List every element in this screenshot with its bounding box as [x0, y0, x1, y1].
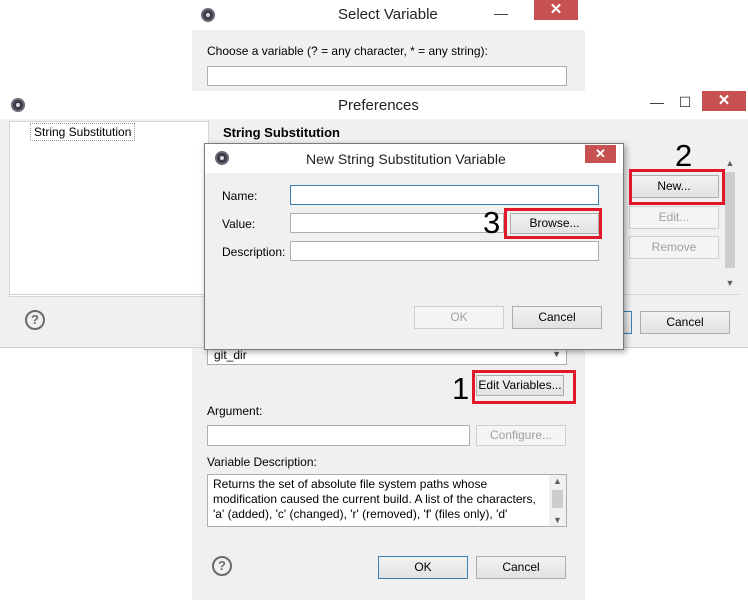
argument-input[interactable]: [207, 425, 470, 446]
eclipse-app-icon: [11, 98, 25, 112]
preferences-tree: String Substitution: [9, 121, 209, 297]
annotation-number-2: 2: [675, 138, 693, 173]
name-input[interactable]: [290, 185, 599, 205]
scroll-up-icon[interactable]: ▲: [549, 476, 566, 486]
variable-description-text: Returns the set of absolute file system …: [213, 477, 536, 521]
variable-combo-value: git_dir: [214, 348, 247, 362]
scroll-up-icon[interactable]: ▲: [722, 158, 738, 168]
name-label: Name:: [222, 189, 258, 203]
preferences-title: Preferences: [338, 97, 419, 114]
filter-input[interactable]: [207, 66, 567, 86]
cancel-button[interactable]: Cancel: [512, 306, 602, 329]
annotation-box-browse: [504, 208, 602, 239]
description-input[interactable]: [290, 241, 599, 261]
minimize-button[interactable]: —: [642, 92, 672, 112]
remove-variable-button[interactable]: Remove: [629, 236, 719, 259]
annotation-box-new: [629, 169, 725, 205]
cancel-button[interactable]: Cancel: [476, 556, 566, 579]
annotation-number-3: 3: [483, 205, 501, 240]
description-label: Description:: [222, 245, 286, 259]
chevron-down-icon: ▼: [552, 349, 561, 359]
close-button[interactable]: ✕: [585, 145, 616, 163]
maximize-button[interactable]: ☐: [670, 92, 700, 112]
description-scrollbar[interactable]: ▲ ▼: [549, 475, 566, 526]
variable-description-box: Returns the set of absolute file system …: [207, 474, 567, 527]
preferences-page-title: String Substitution: [223, 125, 340, 140]
scroll-down-icon[interactable]: ▼: [722, 278, 738, 288]
ok-button[interactable]: OK: [414, 306, 504, 329]
scroll-thumb[interactable]: [552, 490, 563, 508]
eclipse-app-icon: [201, 8, 215, 22]
value-input[interactable]: [290, 213, 504, 233]
new-variable-title: New String Substitution Variable: [306, 151, 506, 167]
new-variable-dialog: New String Substitution Variable ✕ Name:…: [204, 143, 624, 350]
new-variable-titlebar: New String Substitution Variable ✕: [205, 144, 623, 173]
tree-item-string-substitution[interactable]: String Substitution: [30, 123, 136, 141]
help-icon[interactable]: ?: [212, 556, 232, 576]
argument-label: Argument:: [207, 404, 263, 418]
eclipse-app-icon: [215, 151, 229, 165]
edit-variable-button[interactable]: Edit...: [629, 206, 719, 229]
select-variable-title: Select Variable: [338, 6, 438, 23]
close-button[interactable]: ✕: [534, 0, 578, 20]
ok-button[interactable]: OK: [378, 556, 468, 579]
preferences-titlebar: Preferences — ☐ ✕: [0, 91, 748, 119]
scroll-thumb[interactable]: [725, 172, 735, 268]
value-label: Value:: [222, 217, 256, 231]
cancel-button[interactable]: Cancel: [640, 311, 730, 334]
help-icon[interactable]: ?: [25, 310, 45, 330]
variable-description-label: Variable Description:: [207, 455, 317, 469]
annotation-box-edit-variables: [472, 370, 576, 404]
close-button[interactable]: ✕: [702, 91, 746, 111]
select-variable-titlebar: Select Variable — ✕: [192, 0, 585, 30]
filter-prompt-label: Choose a variable (? = any character, * …: [207, 44, 488, 58]
minimize-button[interactable]: —: [481, 3, 521, 23]
configure-button[interactable]: Configure...: [476, 425, 566, 446]
scroll-down-icon[interactable]: ▼: [549, 515, 566, 525]
annotation-number-1: 1: [452, 371, 470, 406]
